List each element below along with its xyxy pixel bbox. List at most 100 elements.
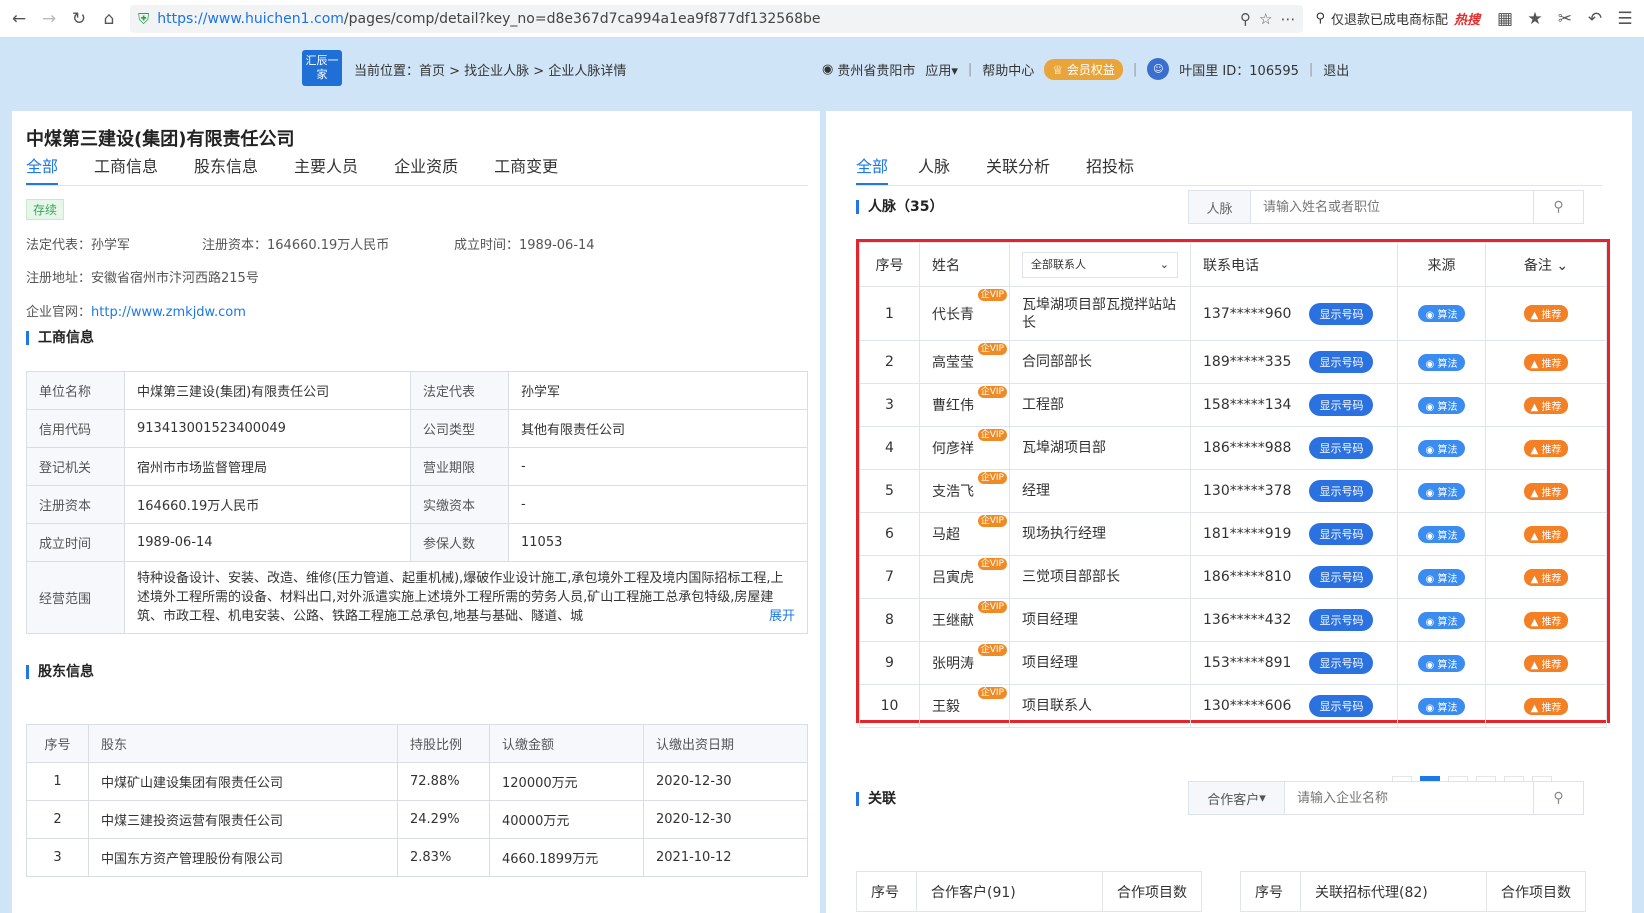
home-icon[interactable]: ⌂ bbox=[96, 6, 122, 32]
avatar[interactable]: ☺ bbox=[1147, 58, 1170, 80]
url-text[interactable]: https://www.huichen1.com/pages/comp/deta… bbox=[157, 11, 1232, 27]
contact-position[interactable]: 合同部部长 bbox=[1009, 340, 1191, 384]
forward-icon[interactable]: → bbox=[36, 6, 62, 32]
col-header[interactable]: 合作客户(91) bbox=[916, 871, 1103, 912]
recommend-badge[interactable]: ▲ 推荐 bbox=[1523, 439, 1569, 457]
recommend-badge[interactable]: ▲ 推荐 bbox=[1523, 697, 1569, 715]
site-logo[interactable]: 汇辰一家 bbox=[302, 50, 342, 86]
undo-icon[interactable]: ↶ bbox=[1582, 6, 1608, 32]
logout-link[interactable]: 退出 bbox=[1323, 60, 1349, 79]
contact-name[interactable]: 吕寅虎 bbox=[932, 570, 974, 586]
tab-qualifications[interactable]: 企业资质 bbox=[394, 153, 458, 185]
note-cell: ▲ 推荐 bbox=[1485, 340, 1607, 384]
contact-position[interactable]: 经理 bbox=[1009, 469, 1191, 513]
more-icon[interactable]: ⋯ bbox=[1280, 10, 1295, 28]
contact-name[interactable]: 张明涛 bbox=[932, 656, 974, 672]
related-type-select[interactable]: 合作客户 ▾ bbox=[1189, 782, 1285, 814]
search-icon[interactable]: ⚲ bbox=[1533, 782, 1583, 814]
scissors-icon[interactable]: ✂ bbox=[1552, 6, 1578, 32]
recommend-badge[interactable]: ▲ 推荐 bbox=[1523, 396, 1569, 414]
help-link[interactable]: 帮助中心 bbox=[982, 60, 1034, 79]
cell-label: 实缴资本 bbox=[410, 485, 509, 524]
contact-name[interactable]: 代长青 bbox=[932, 307, 974, 323]
contact-phone: 186*****810 bbox=[1203, 569, 1292, 585]
contact-position[interactable]: 瓦埠湖项目部 bbox=[1009, 426, 1191, 470]
show-number-button[interactable]: 显示号码 bbox=[1309, 609, 1374, 631]
tab-key-personnel[interactable]: 主要人员 bbox=[294, 153, 358, 185]
apps-grid-icon[interactable]: ▦ bbox=[1492, 6, 1518, 32]
website-link[interactable]: http://www.zmkjdw.com bbox=[91, 305, 246, 320]
source-cell: ◉ 算法 bbox=[1397, 598, 1486, 642]
tab-contacts[interactable]: 人脉 bbox=[918, 153, 950, 185]
tab-all[interactable]: 全部 bbox=[26, 153, 59, 185]
back-icon[interactable]: ← bbox=[6, 6, 32, 32]
address-bar[interactable]: ⛨ https://www.huichen1.com/pages/comp/de… bbox=[130, 4, 1304, 33]
tab-bidding[interactable]: 招投标 bbox=[1086, 153, 1134, 185]
table-row: 6 马超 企VIP 现场执行经理 181*****919 显示号码 ◉ 算法 ▲ 推荐 bbox=[859, 512, 1607, 556]
expand-link[interactable]: 展开 bbox=[762, 607, 795, 626]
contact-position[interactable]: 现场执行经理 bbox=[1009, 512, 1191, 556]
location-link[interactable]: 贵州省贵阳市 bbox=[837, 60, 915, 79]
reload-icon[interactable]: ↻ bbox=[66, 6, 92, 32]
tab-relation-analysis[interactable]: 关联分析 bbox=[986, 153, 1050, 185]
tab-changes[interactable]: 工商变更 bbox=[494, 153, 558, 185]
shareholder-name[interactable]: 中国东方资产管理股份有限公司 bbox=[88, 838, 398, 877]
recommend-badge[interactable]: ▲ 推荐 bbox=[1523, 482, 1569, 500]
show-number-button[interactable]: 显示号码 bbox=[1309, 523, 1374, 545]
tab-business-info[interactable]: 工商信息 bbox=[94, 153, 158, 185]
cell: 72.88% bbox=[397, 762, 490, 801]
shareholder-name[interactable]: 中煤矿山建设集团有限责任公司 bbox=[88, 762, 398, 801]
contact-position[interactable]: 瓦埠湖项目部瓦搅拌站站长 bbox=[1009, 286, 1191, 341]
contact-name[interactable]: 高莹莹 bbox=[932, 355, 974, 371]
contact-position[interactable]: 项目经理 bbox=[1009, 641, 1191, 685]
col-header[interactable]: 关联招标代理(82) bbox=[1300, 871, 1487, 912]
show-number-button[interactable]: 显示号码 bbox=[1309, 652, 1374, 674]
search-icon[interactable]: ⚲ bbox=[1533, 191, 1583, 223]
show-number-button[interactable]: 显示号码 bbox=[1309, 566, 1374, 588]
recommend-badge[interactable]: ▲ 推荐 bbox=[1523, 305, 1569, 322]
source-cell: ◉ 算法 bbox=[1397, 555, 1486, 599]
contact-name[interactable]: 王毅 bbox=[932, 699, 960, 715]
show-number-button[interactable]: 显示号码 bbox=[1309, 351, 1374, 373]
contact-name[interactable]: 曹红伟 bbox=[932, 398, 974, 414]
recommend-badge[interactable]: ▲ 推荐 bbox=[1523, 611, 1569, 629]
contact-name[interactable]: 何彦祥 bbox=[932, 441, 974, 457]
show-number-button[interactable]: 显示号码 bbox=[1309, 480, 1374, 502]
tab-all[interactable]: 全部 bbox=[856, 153, 889, 185]
menu-icon[interactable]: ☰ bbox=[1612, 6, 1638, 32]
shareholder-name[interactable]: 中煤三建投资运营有限责任公司 bbox=[88, 800, 398, 839]
contact-position[interactable]: 三觉项目部部长 bbox=[1009, 555, 1191, 599]
contacts-panel: 全部 人脉 关联分析 招投标 人脉（35） 人脉 ⚲ 序号 姓名 全部联系人⌄ … bbox=[826, 111, 1632, 913]
show-number-button[interactable]: 显示号码 bbox=[1309, 302, 1374, 325]
search-scope[interactable]: 人脉 bbox=[1189, 191, 1251, 223]
favorites-icon[interactable]: ★ bbox=[1522, 6, 1548, 32]
contact-search-input[interactable] bbox=[1251, 191, 1533, 223]
tab-shareholders[interactable]: 股东信息 bbox=[194, 153, 258, 185]
note-filter[interactable]: 备注 ⌄ bbox=[1485, 242, 1607, 287]
show-number-button[interactable]: 显示号码 bbox=[1309, 394, 1374, 416]
member-benefits-button[interactable]: ♕ 会员权益 bbox=[1044, 58, 1123, 80]
related-search-input[interactable] bbox=[1285, 782, 1533, 814]
contact-position[interactable]: 项目经理 bbox=[1009, 598, 1191, 642]
browser-search[interactable]: ⚲ 仅退款已成电商标配 热搜 bbox=[1307, 9, 1488, 28]
recommend-badge[interactable]: ▲ 推荐 bbox=[1523, 353, 1569, 371]
show-number-button[interactable]: 显示号码 bbox=[1309, 437, 1374, 459]
star-icon[interactable]: ☆ bbox=[1259, 10, 1272, 28]
contact-position[interactable]: 项目联系人 bbox=[1009, 684, 1191, 728]
contact-name[interactable]: 支浩飞 bbox=[932, 484, 974, 500]
recommend-badge[interactable]: ▲ 推荐 bbox=[1523, 568, 1569, 586]
zoom-icon[interactable]: ⚲ bbox=[1240, 10, 1251, 28]
contact-name[interactable]: 王继献 bbox=[932, 613, 974, 629]
apps-menu[interactable]: 应用▾ bbox=[925, 60, 958, 79]
source-badge: ◉ 算法 bbox=[1417, 353, 1466, 371]
row-number: 2 bbox=[859, 340, 920, 384]
contact-name[interactable]: 马超 bbox=[932, 527, 960, 543]
breadcrumb[interactable]: 当前位置：首页 > 找企业人脉 > 企业人脉详情 bbox=[354, 60, 626, 79]
hot-badge: 热搜 bbox=[1453, 13, 1480, 28]
contact-filter-select[interactable]: 全部联系人 ⌄ bbox=[1022, 251, 1178, 278]
website-row: 企业官网：http://www.zmkjdw.com bbox=[26, 305, 246, 320]
recommend-badge[interactable]: ▲ 推荐 bbox=[1523, 654, 1569, 672]
contact-position[interactable]: 工程部 bbox=[1009, 383, 1191, 427]
show-number-button[interactable]: 显示号码 bbox=[1309, 695, 1374, 717]
recommend-badge[interactable]: ▲ 推荐 bbox=[1523, 525, 1569, 543]
